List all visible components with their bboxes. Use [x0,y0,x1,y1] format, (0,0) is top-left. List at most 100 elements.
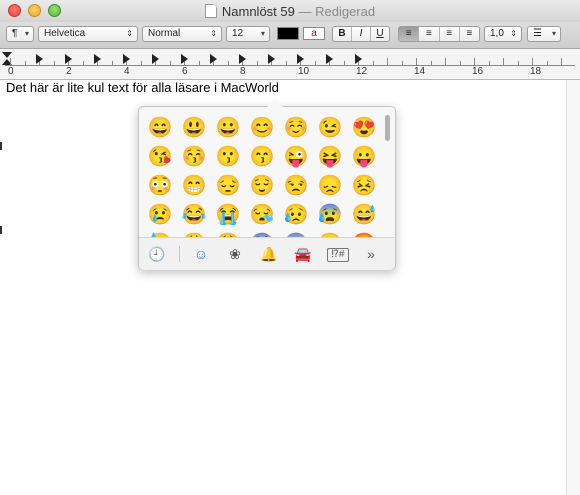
ruler-tick [227,61,229,65]
flower-icon[interactable]: ❀ [225,244,245,264]
highlight-color-well[interactable]: a [303,27,325,40]
emoji-button[interactable]: 😊 [249,115,275,141]
window-title: Namnlöst 59 — Redigerad [0,4,580,19]
tab-stop-marker[interactable] [268,54,275,64]
text-color-well[interactable] [277,27,299,40]
tab-stop-marker[interactable] [123,54,130,64]
format-toolbar: ¶ ▾ Helvetica ⇕ Normal ⇕ 12 ▾ a B I U ≡ ≡ ≡ … [0,22,580,49]
italic-button[interactable]: I [352,27,371,41]
emoji-button[interactable]: 😭 [215,202,241,228]
emoji-button[interactable]: 😘 [147,144,173,170]
tab-stop-marker[interactable] [94,54,101,64]
smileys-icon[interactable]: ☺ [191,244,211,264]
ruler-number: 8 [240,66,246,77]
emoji-button[interactable]: 😳 [147,173,173,199]
tab-stop-marker[interactable] [326,54,333,64]
ruler-tick [430,61,432,65]
ruler-tick [372,61,374,65]
ruler-number: 12 [356,66,368,77]
font-size-value: 12 [232,28,244,39]
chevron-down-icon: ▾ [551,29,556,38]
emoji-button[interactable]: 😙 [249,144,275,170]
ruler-tick [53,61,55,65]
emoji-button[interactable]: 😣 [351,173,377,199]
tab-stop-marker[interactable] [355,54,362,64]
emoji-button[interactable]: 😗 [215,144,241,170]
list-popup[interactable]: ☰ ▾ [527,26,561,42]
title-bar[interactable]: Namnlöst 59 — Redigerad [0,0,580,22]
document-name: Namnlöst 59 [221,4,295,19]
edited-status: Redigerad [315,4,376,19]
emoji-button[interactable]: 😅 [351,202,377,228]
ruler-number: 4 [124,66,130,77]
tab-stop-marker[interactable] [297,54,304,64]
emoji-button[interactable]: 😃 [181,115,207,141]
popover-caret [267,99,283,107]
align-right-icon[interactable]: ≡ [440,27,460,41]
ruler-tick [169,61,171,65]
emoji-button[interactable]: 😔 [215,173,241,199]
emoji-button[interactable]: 😜 [283,144,309,170]
emoji-button[interactable]: 😞 [317,173,343,199]
ruler-tick [503,58,504,66]
highlight-label: a [311,28,317,39]
ruler-number: 18 [530,66,542,77]
emoji-button[interactable]: 😍 [351,115,377,141]
align-center-icon[interactable]: ≡ [419,27,440,41]
tab-stop-marker[interactable] [210,54,217,64]
emoji-button[interactable]: 😰 [317,202,343,228]
underline-button[interactable]: U [371,27,389,41]
left-edge-mark [0,226,2,234]
tab-stop-marker[interactable] [152,54,159,64]
align-left-icon[interactable]: ≡ [399,27,420,41]
font-family-popup[interactable]: Helvetica ⇕ [38,26,138,42]
emoji-button[interactable]: 😚 [181,144,207,170]
emoji-button[interactable]: 😛 [351,144,377,170]
line-spacing-popup[interactable]: 1,0 ⇕ [484,26,522,42]
recent-icon[interactable]: 🕘 [147,244,167,264]
emoji-button[interactable]: 😒 [283,173,309,199]
ruler-baseline [5,65,575,66]
vertical-scrollbar[interactable] [566,80,580,495]
line-spacing-value: 1,0 [490,28,504,39]
ruler-tick [416,58,417,66]
emoji-button[interactable]: 😝 [317,144,343,170]
symbols-icon[interactable]: ⁉# [327,248,349,262]
emoji-button[interactable]: 😄 [147,115,173,141]
ruler-number: 14 [414,66,426,77]
tab-stop-marker[interactable] [239,54,246,64]
align-justify-icon[interactable]: ≡ [460,27,479,41]
more-icon[interactable]: » [361,244,381,264]
emoji-button[interactable]: 😪 [249,202,275,228]
emoji-button[interactable]: 😁 [181,173,207,199]
ruler-number: 0 [8,66,14,77]
ruler-tick [82,61,84,65]
ruler-number: 6 [182,66,188,77]
emoji-button[interactable]: 😥 [283,202,309,228]
font-size-combo[interactable]: 12 ▾ [226,26,270,42]
emoji-button[interactable]: 😂 [181,202,207,228]
tab-stop-marker[interactable] [36,54,43,64]
ruler-tick [343,61,345,65]
ruler-tick [546,61,548,65]
document-text[interactable]: Det här är lite kul text för alla läsare… [6,80,279,95]
ruler[interactable]: 0 2 4 6 8 10 12 14 16 18 [0,49,580,80]
bold-button[interactable]: B [333,27,352,41]
ruler-tick [387,58,388,66]
ruler-tick [474,58,475,66]
emoji-button[interactable]: 😉 [317,115,343,141]
tab-stop-marker[interactable] [65,54,72,64]
emoji-button[interactable]: 😢 [147,202,173,228]
emoji-picker-scroller[interactable] [385,115,390,141]
tab-stop-marker[interactable] [181,54,188,64]
paragraph-style-popup[interactable]: ¶ ▾ [6,26,34,42]
ruler-tick [10,58,11,66]
document-icon[interactable] [204,4,217,18]
emoji-button[interactable]: 😌 [249,173,275,199]
textedit-window: Namnlöst 59 — Redigerad ¶ ▾ Helvetica ⇕ No… [0,0,580,495]
font-style-popup[interactable]: Normal ⇕ [142,26,222,42]
car-icon[interactable]: 🚘 [293,244,313,264]
bell-icon[interactable]: 🔔 [259,244,279,264]
emoji-button[interactable]: ☺️ [283,115,309,141]
emoji-button[interactable]: 😀 [215,115,241,141]
